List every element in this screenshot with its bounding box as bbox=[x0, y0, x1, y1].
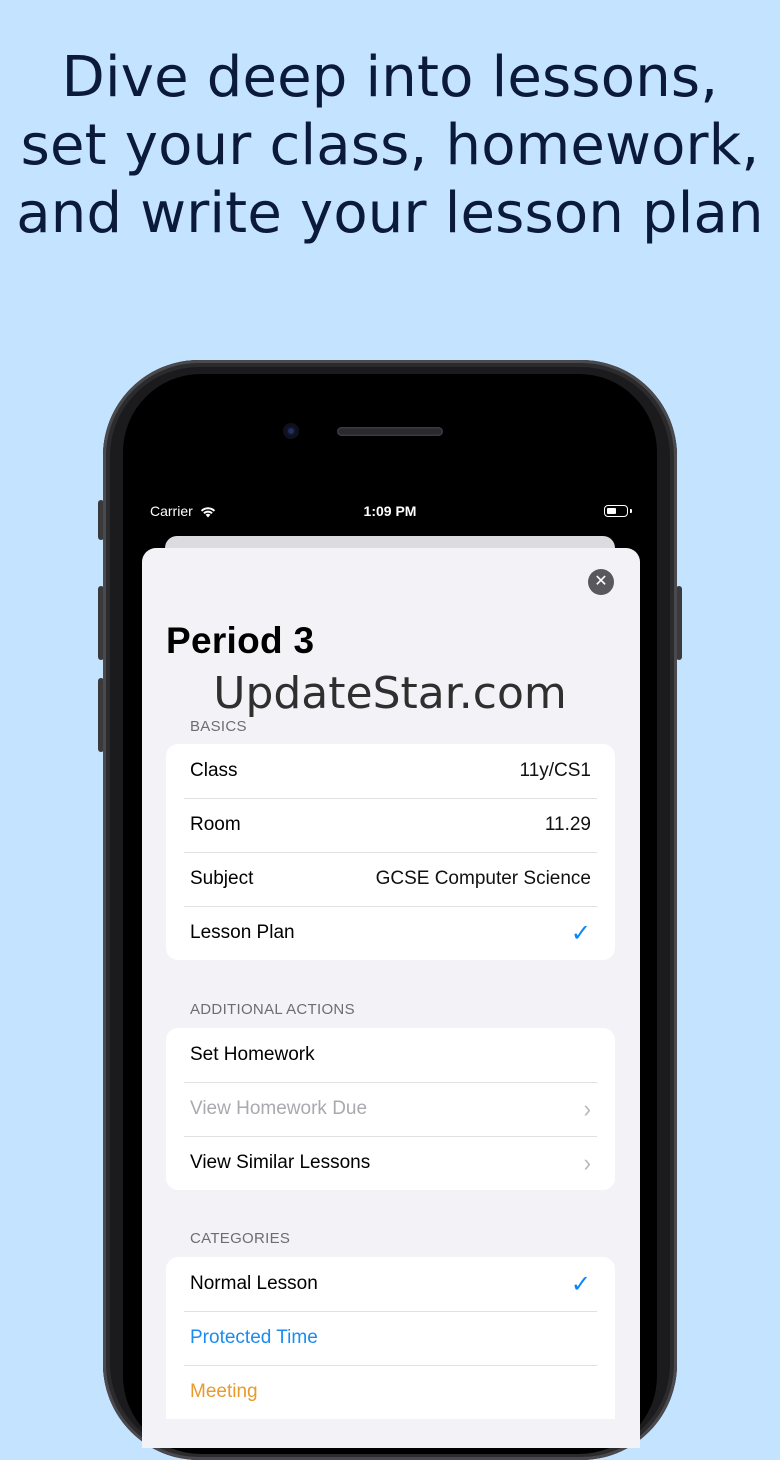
status-time: 1:09 PM bbox=[363, 503, 417, 519]
row-room[interactable]: Room 11.29 bbox=[166, 798, 615, 852]
row-label: Lesson Plan bbox=[190, 922, 295, 943]
additional-actions-group: Set Homework View Homework Due › View Si… bbox=[166, 1028, 615, 1190]
battery-icon bbox=[604, 505, 632, 517]
row-meeting[interactable]: Meeting bbox=[166, 1365, 615, 1419]
checkmark-icon: ✓ bbox=[570, 1270, 591, 1298]
row-label: Set Homework bbox=[190, 1044, 315, 1065]
row-label: View Homework Due bbox=[190, 1098, 368, 1119]
row-protected-time[interactable]: Protected Time bbox=[166, 1311, 615, 1365]
section-header-additional-actions: ADDITIONAL ACTIONS bbox=[190, 1001, 355, 1018]
row-label: Class bbox=[190, 760, 238, 781]
headline: Dive deep into lessons, set your class, … bbox=[0, 44, 780, 248]
row-label: View Similar Lessons bbox=[190, 1152, 371, 1173]
chevron-right-icon: › bbox=[583, 1094, 591, 1123]
row-class[interactable]: Class 11y/CS1 bbox=[166, 744, 615, 798]
basics-group: Class 11y/CS1 Room 11.29 Subject GCSE Co… bbox=[166, 744, 615, 960]
row-subject[interactable]: Subject GCSE Computer Science bbox=[166, 852, 615, 906]
categories-group: Normal Lesson ✓ Protected Time Meeting bbox=[166, 1257, 615, 1419]
row-label: Protected Time bbox=[190, 1327, 318, 1348]
close-icon: ✕ bbox=[594, 573, 608, 590]
row-value: 11y/CS1 bbox=[519, 760, 591, 781]
section-header-basics: BASICS bbox=[190, 718, 247, 735]
row-view-similar-lessons[interactable]: View Similar Lessons › bbox=[166, 1136, 615, 1190]
close-button[interactable]: ✕ bbox=[588, 569, 614, 595]
row-value: 11.29 bbox=[544, 814, 591, 835]
row-label: Subject bbox=[190, 868, 254, 889]
headline-line-2: set your class, homework, bbox=[20, 113, 760, 178]
headline-line-1: Dive deep into lessons, bbox=[61, 45, 719, 110]
row-set-homework[interactable]: Set Homework bbox=[166, 1028, 615, 1082]
page-title: Period 3 bbox=[166, 620, 315, 661]
row-label: Room bbox=[190, 814, 241, 835]
checkmark-icon: ✓ bbox=[570, 919, 591, 947]
watermark-text: UpdateStar.com bbox=[213, 668, 567, 719]
row-label: Normal Lesson bbox=[190, 1273, 318, 1294]
section-header-categories: CATEGORIES bbox=[190, 1230, 291, 1247]
front-camera-icon bbox=[283, 423, 299, 439]
row-lesson-plan[interactable]: Lesson Plan ✓ bbox=[166, 906, 615, 960]
chevron-right-icon: › bbox=[583, 1148, 591, 1177]
row-view-homework-due[interactable]: View Homework Due › bbox=[166, 1082, 615, 1136]
headline-line-3: and write your lesson plan bbox=[16, 181, 764, 246]
row-label: Meeting bbox=[190, 1381, 258, 1402]
row-normal-lesson[interactable]: Normal Lesson ✓ bbox=[166, 1257, 615, 1311]
earpiece-speaker bbox=[337, 427, 443, 436]
row-value: GCSE Computer Science bbox=[375, 868, 591, 889]
